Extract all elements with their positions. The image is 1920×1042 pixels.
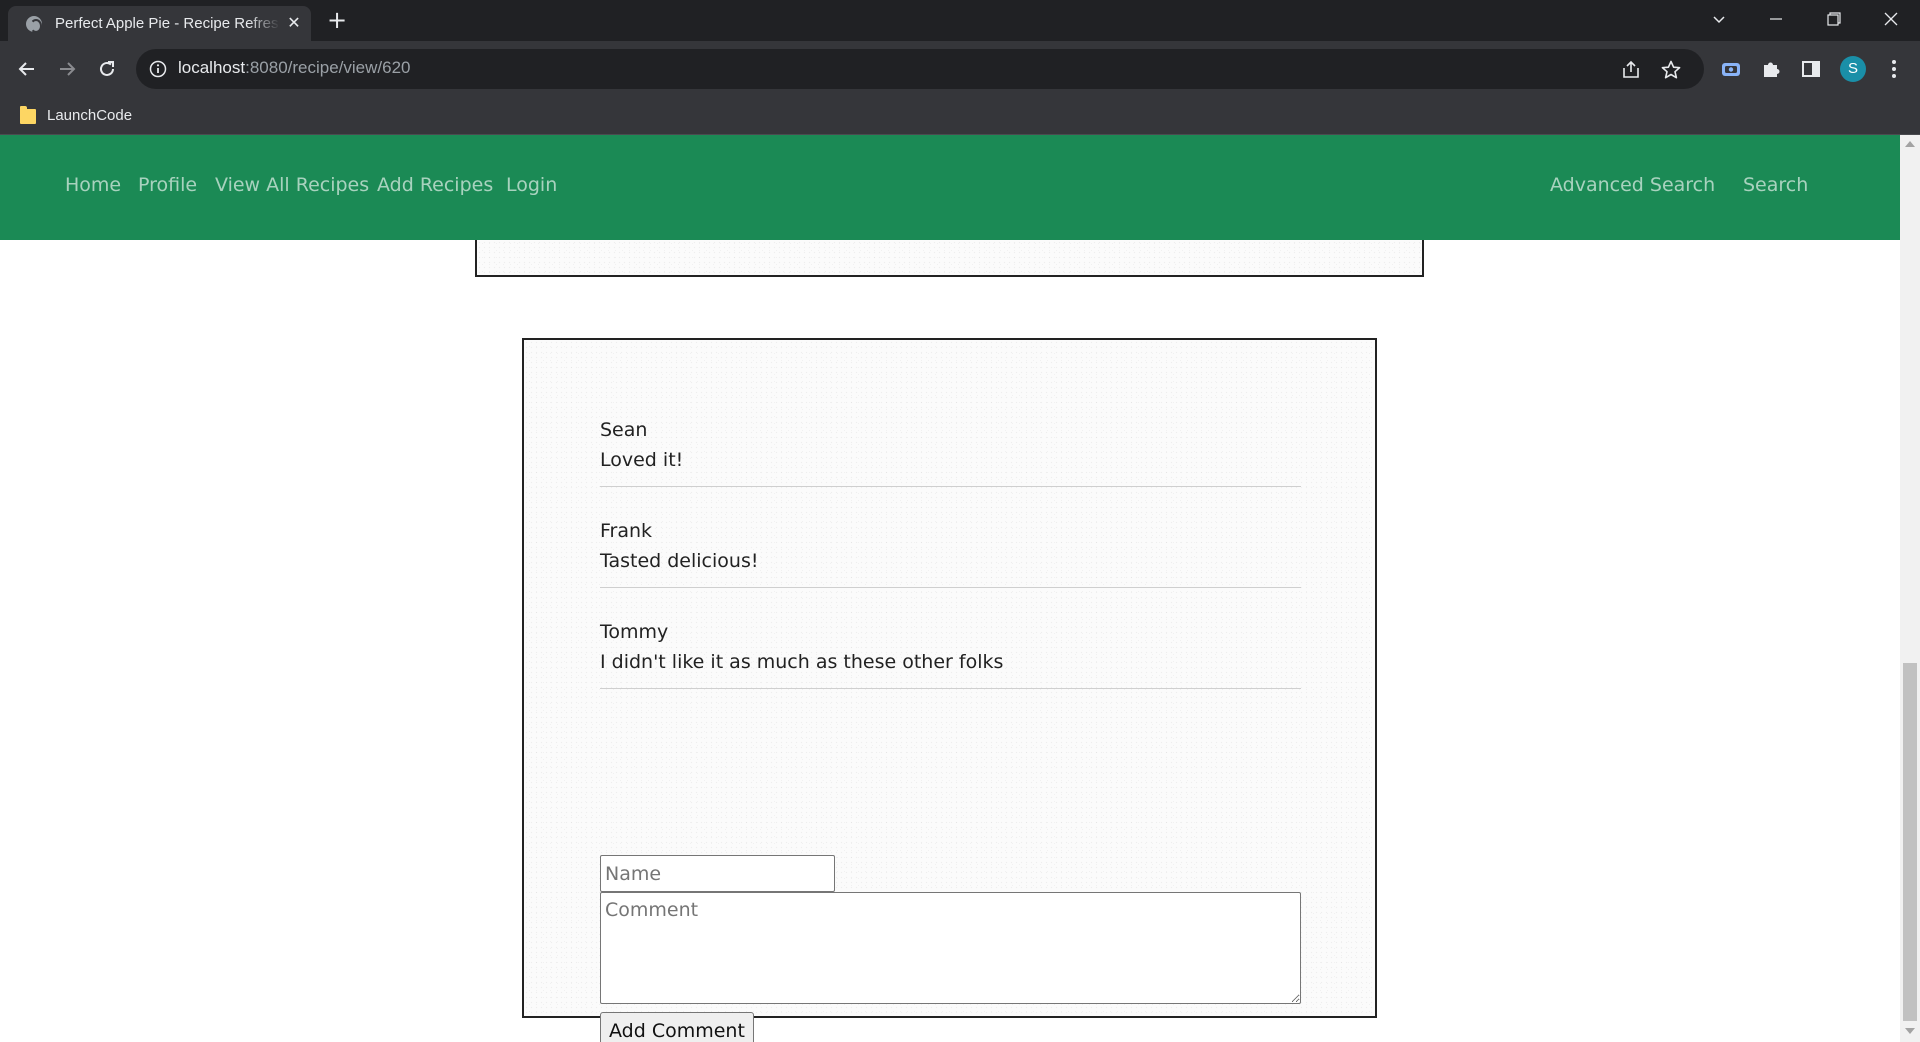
close-icon[interactable]: ✕ <box>285 14 303 32</box>
tab-title: Perfect Apple Pie - Recipe Refresh <box>55 15 280 32</box>
minimize-icon[interactable] <box>1747 0 1805 41</box>
browser-tab[interactable]: Perfect Apple Pie - Recipe Refresh ✕ <box>8 6 311 41</box>
forward-icon[interactable] <box>51 53 83 85</box>
share-icon[interactable] <box>1620 59 1642 81</box>
add-comment-button[interactable]: Add Comment <box>600 1012 754 1042</box>
comment-author: Frank <box>600 520 653 542</box>
nav-add-recipes[interactable]: Add Recipes <box>377 174 493 196</box>
scrollbar-thumb[interactable] <box>1903 663 1917 1021</box>
page-scrollbar[interactable] <box>1900 135 1920 1042</box>
comment-author: Sean <box>600 419 648 441</box>
info-icon[interactable] <box>149 60 167 78</box>
reload-icon[interactable] <box>91 53 123 85</box>
tab-search-icon[interactable] <box>1690 0 1748 41</box>
bookmark-launchcode[interactable]: LaunchCode <box>47 107 132 124</box>
bookmarks-bar: LaunchCode <box>0 98 1920 135</box>
comment-textarea[interactable] <box>600 892 1301 1004</box>
nav-search[interactable]: Search <box>1743 174 1808 196</box>
restore-icon[interactable] <box>1805 0 1863 41</box>
comment-text: Tasted delicious! <box>600 550 759 572</box>
url-text[interactable]: localhost:8080/recipe/view/620 <box>178 58 411 78</box>
comment-text: Loved it! <box>600 449 684 471</box>
site-navbar: Home Profile View All Recipes Add Recipe… <box>0 135 1900 240</box>
address-bar[interactable]: localhost:8080/recipe/view/620 <box>136 49 1704 89</box>
globe-icon <box>26 16 42 33</box>
name-input[interactable] <box>600 855 835 892</box>
puzzle-icon[interactable] <box>1758 56 1784 82</box>
scroll-down-arrow-icon[interactable] <box>1905 1028 1915 1034</box>
comments-card: Sean Loved it! Frank Tasted delicious! T… <box>522 338 1377 1042</box>
comment-author: Tommy <box>600 621 669 643</box>
profile-avatar[interactable]: S <box>1840 56 1866 82</box>
nav-profile[interactable]: Profile <box>138 174 197 196</box>
nav-view-all-recipes[interactable]: View All Recipes <box>215 174 369 196</box>
extension-icon[interactable] <box>1718 56 1744 82</box>
comment-item: Frank Tasted delicious! <box>600 516 1301 588</box>
nav-login[interactable]: Login <box>506 174 557 196</box>
nav-home[interactable]: Home <box>65 174 121 196</box>
nav-advanced-search[interactable]: Advanced Search <box>1550 174 1715 196</box>
close-window-icon[interactable] <box>1862 0 1920 41</box>
back-icon[interactable] <box>11 53 43 85</box>
plus-icon[interactable]: + <box>324 7 350 33</box>
folder-icon <box>20 106 36 124</box>
side-panel-icon[interactable] <box>1798 56 1824 82</box>
scroll-up-arrow-icon[interactable] <box>1905 141 1915 147</box>
browser-titlebar: Perfect Apple Pie - Recipe Refresh ✕ + <box>0 0 1920 41</box>
star-icon[interactable] <box>1660 59 1682 81</box>
comment-text: I didn't like it as much as these other … <box>600 651 1004 673</box>
comment-item: Sean Loved it! <box>600 415 1301 487</box>
comment-item: Tommy I didn't like it as much as these … <box>600 617 1301 689</box>
page-viewport: Home Profile View All Recipes Add Recipe… <box>0 135 1900 1042</box>
browser-toolbar: localhost:8080/recipe/view/620 S <box>0 41 1920 98</box>
more-icon[interactable] <box>1881 56 1907 82</box>
